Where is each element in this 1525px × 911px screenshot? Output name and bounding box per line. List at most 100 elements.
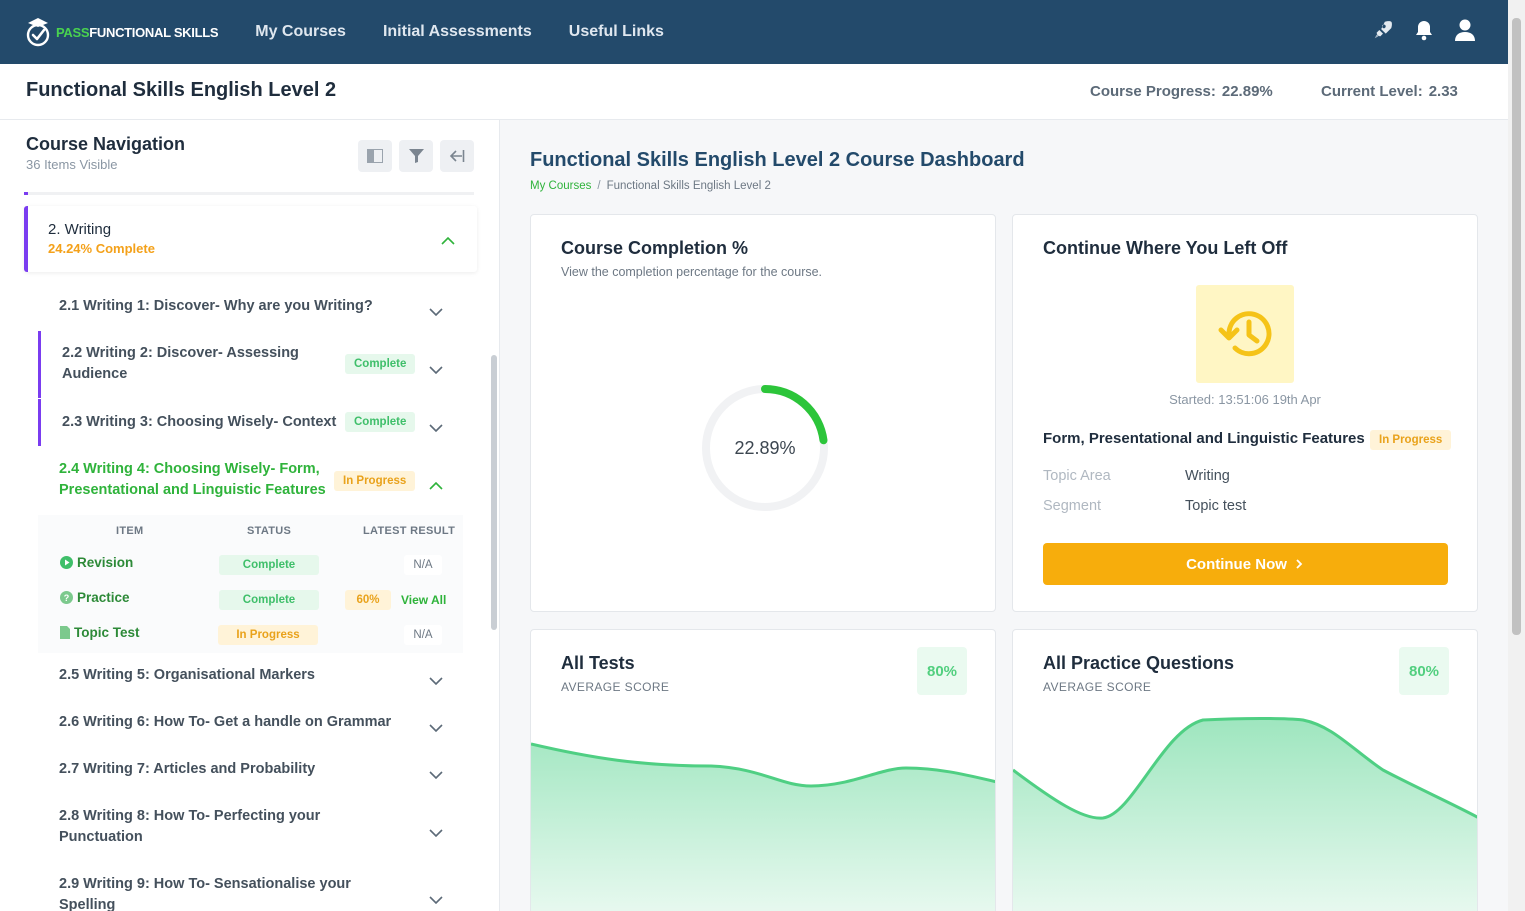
section-writing[interactable]: 2. Writing 24.24% Complete (24, 206, 477, 272)
play-icon (60, 556, 73, 569)
average-score: 80% (1399, 647, 1449, 695)
all-practice-card: All Practice Questions AVERAGE SCORE 80% (1012, 629, 1478, 911)
status-badge: In Progress (1370, 430, 1452, 450)
topic-2-4[interactable]: 2.4 Writing 4: Choosing Wisely- Form, Pr… (38, 447, 463, 515)
sidebar-scrollbar[interactable] (491, 355, 497, 630)
sidebar-title: Course Navigation (26, 134, 186, 154)
topic-detail-table: ITEM STATUS LATEST RESULT Revision Compl… (38, 515, 463, 653)
topic-2-7[interactable]: 2.7 Writing 7: Articles and Probability (38, 747, 463, 793)
status-pill: Complete (219, 555, 319, 575)
chevron-up-icon[interactable] (441, 232, 455, 250)
chevron-down-icon[interactable] (429, 891, 443, 909)
last-topic: Form, Presentational and Linguistic Feat… (1043, 430, 1365, 447)
panel-icon (367, 149, 383, 163)
card-title: Continue Where You Left Off (1043, 238, 1288, 258)
item-revision[interactable]: Revision (60, 555, 133, 570)
section-progress: 24.24% Complete (48, 241, 155, 256)
breadcrumb-current: Functional Skills English Level 2 (606, 180, 771, 192)
topic-2-5[interactable]: 2.5 Writing 5: Organisational Markers (38, 653, 463, 699)
status-pill: Complete (219, 590, 319, 610)
chevron-down-icon[interactable] (429, 719, 443, 737)
dashboard-title: Functional Skills English Level 2 Course… (530, 149, 1025, 171)
topic-2-6[interactable]: 2.6 Writing 6: How To- Get a handle on G… (38, 700, 463, 746)
segment-label: Segment (1043, 498, 1102, 514)
topic-area-value: Writing (1185, 468, 1230, 484)
status-pill: In Progress (218, 625, 318, 645)
history-icon (1196, 285, 1294, 383)
bell-icon[interactable] (1414, 19, 1434, 41)
status-badge: Complete (345, 412, 416, 432)
chevron-up-icon[interactable] (429, 477, 443, 495)
topic-2-1[interactable]: 2.1 Writing 1: Discover- Why are you Wri… (38, 284, 463, 330)
nav-initial-assessments[interactable]: Initial Assessments (383, 23, 532, 41)
chevron-down-icon[interactable] (429, 824, 443, 842)
course-header: Functional Skills English Level 2 Course… (0, 64, 1508, 120)
filter-icon (408, 149, 424, 163)
chevron-right-icon (1296, 559, 1303, 569)
current-level-value: 2.33 (1428, 83, 1458, 100)
card-caption: AVERAGE SCORE (561, 680, 670, 694)
svg-text:?: ? (64, 593, 70, 603)
page-scrollbar-thumb[interactable] (1512, 18, 1521, 635)
topic-2-2[interactable]: 2.2 Writing 2: Discover- Assessing Audie… (38, 331, 463, 398)
topic-2-8[interactable]: 2.8 Writing 8: How To- Perfecting your P… (38, 794, 463, 861)
topic-2-3[interactable]: 2.3 Writing 3: Choosing Wisely- Context … (38, 399, 463, 446)
segment-value: Topic test (1185, 498, 1247, 514)
filter-button[interactable] (399, 140, 433, 172)
continue-now-button[interactable]: Continue Now (1043, 543, 1448, 585)
chevron-down-icon[interactable] (429, 419, 443, 437)
user-icon[interactable] (1454, 18, 1476, 42)
status-badge: Complete (345, 354, 416, 374)
brand-logo[interactable]: PASSFUNCTIONAL SKILLS (26, 0, 219, 64)
top-navbar: PASSFUNCTIONAL SKILLS My Courses Initial… (0, 0, 1508, 64)
section-title: 2. Writing (48, 221, 112, 238)
chevron-down-icon[interactable] (429, 361, 443, 379)
chevron-down-icon[interactable] (429, 672, 443, 690)
chevron-down-icon[interactable] (429, 766, 443, 784)
col-item: ITEM (116, 525, 144, 537)
topic-area-label: Topic Area (1043, 468, 1111, 484)
tests-area-chart (531, 742, 995, 911)
practice-score: 60% (345, 590, 391, 610)
result-na: N/A (404, 625, 442, 645)
nav-my-courses[interactable]: My Courses (255, 23, 346, 41)
result-na: N/A (404, 555, 442, 575)
col-latest-result: LATEST RESULT (363, 525, 456, 537)
view-all-link[interactable]: View All (401, 593, 446, 607)
breadcrumb-my-courses[interactable]: My Courses (530, 180, 591, 192)
item-topic-test[interactable]: Topic Test (60, 625, 140, 640)
course-progress-value: 22.89% (1221, 83, 1273, 100)
completion-ring: 22.89% (700, 383, 830, 513)
chevron-down-icon[interactable] (429, 303, 443, 321)
brand-pass: PASS (56, 24, 90, 40)
completion-percent: 22.89% (734, 437, 796, 458)
status-badge: In Progress (334, 471, 416, 491)
card-caption: AVERAGE SCORE (1043, 680, 1152, 694)
breadcrumb: My Courses / Functional Skills English Lev… (530, 180, 771, 192)
nav-useful-links[interactable]: Useful Links (569, 23, 664, 41)
card-title: All Tests (561, 653, 635, 673)
card-title: All Practice Questions (1043, 653, 1235, 673)
current-level: Current Level: 2.33 (1321, 83, 1458, 100)
course-title: Functional Skills English Level 2 (26, 79, 337, 101)
continue-card: Continue Where You Left Off Started: 13:… (1012, 214, 1478, 612)
collapse-sidebar-button[interactable] (440, 140, 474, 172)
course-progress: Course Progress: 22.89% (1090, 83, 1273, 100)
collapse-left-icon (449, 150, 465, 162)
toggle-panel-button[interactable] (358, 140, 392, 172)
practice-area-chart (1013, 717, 1477, 911)
rocket-icon[interactable] (1372, 19, 1394, 41)
col-status: STATUS (247, 525, 292, 537)
logo-shield-icon (26, 17, 50, 47)
started-timestamp: Started: 13:51:06 19th Apr (1169, 392, 1321, 407)
card-title: Course Completion % (561, 238, 749, 258)
course-completion-card: Course Completion % View the completion … (530, 214, 996, 612)
brand-name: FUNCTIONAL SKILLS (89, 24, 219, 40)
previous-section-edge (24, 192, 474, 195)
topic-2-9[interactable]: 2.9 Writing 9: How To- Sensationalise yo… (38, 862, 463, 911)
item-practice[interactable]: ? Practice (60, 590, 130, 605)
sidebar-item-count: 36 Items Visible (26, 157, 118, 172)
document-icon (60, 626, 70, 639)
page-scrollbar[interactable] (1508, 0, 1525, 911)
card-subtitle: View the completion percentage for the c… (561, 265, 823, 279)
